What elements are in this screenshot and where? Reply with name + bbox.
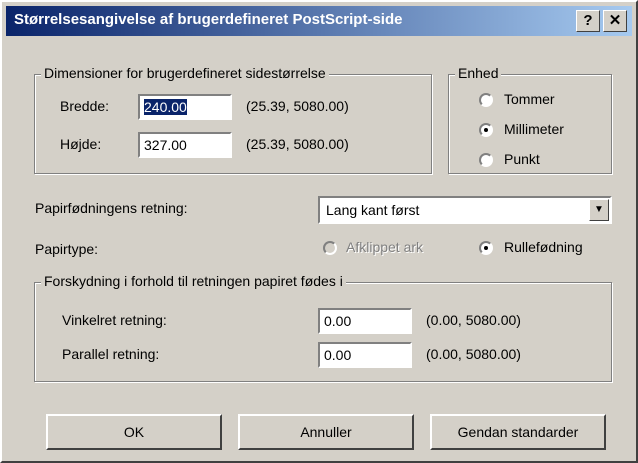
unit-inches-radio[interactable] [479, 93, 493, 107]
dimensions-legend: Dimensioner for brugerdefineret sidestør… [41, 65, 329, 81]
width-range: (25.39, 5080.00) [246, 98, 349, 114]
width-input[interactable]: 240.00 [138, 94, 232, 120]
roll-feed-radio[interactable] [479, 241, 493, 255]
perpendicular-label: Vinkelret retning: [62, 312, 167, 328]
height-label: Højde: [60, 136, 102, 152]
ok-button[interactable]: OK [46, 414, 222, 450]
window-title: Størrelsesangivelse af brugerdefineret P… [14, 11, 403, 28]
width-label: Bredde: [60, 98, 110, 114]
cancel-button[interactable]: Annuller [238, 414, 414, 450]
unit-point-label[interactable]: Punkt [504, 151, 540, 167]
paper-type-label: Papirtype: [35, 241, 99, 257]
height-range: (25.39, 5080.00) [246, 136, 349, 152]
feed-direction-value: Lang kant først [326, 202, 420, 218]
close-button[interactable]: ✕ [603, 10, 627, 32]
chevron-down-icon[interactable]: ▼ [589, 199, 609, 221]
unit-legend: Enhed [455, 65, 502, 81]
unit-millimeter-radio[interactable] [479, 123, 493, 137]
unit-millimeter-label[interactable]: Millimeter [504, 121, 564, 137]
parallel-range: (0.00, 5080.00) [426, 346, 521, 362]
title-bar[interactable]: Størrelsesangivelse af brugerdefineret P… [6, 6, 632, 36]
dimensions-group: Dimensioner for brugerdefineret sidestør… [34, 65, 432, 174]
restore-defaults-button[interactable]: Gendan standarder [430, 414, 606, 450]
roll-feed-label[interactable]: Rullefødning [504, 239, 583, 255]
parallel-input[interactable]: 0.00 [318, 342, 412, 368]
cut-sheet-radio[interactable] [323, 241, 337, 255]
perpendicular-input[interactable]: 0.00 [318, 308, 412, 334]
custom-page-size-dialog: Størrelsesangivelse af brugerdefineret P… [0, 0, 638, 463]
feed-direction-select[interactable]: Lang kant først ▼ [318, 196, 612, 224]
offset-legend: Forskydning i forhold til retningen papi… [41, 273, 346, 289]
unit-inches-label[interactable]: Tommer [504, 91, 555, 107]
unit-point-radio[interactable] [479, 153, 493, 167]
height-input[interactable]: 327.00 [138, 132, 232, 158]
help-button[interactable]: ? [576, 10, 600, 32]
cut-sheet-label[interactable]: Afklippet ark [346, 239, 423, 255]
parallel-label: Parallel retning: [62, 346, 160, 362]
perpendicular-range: (0.00, 5080.00) [426, 312, 521, 328]
width-input-value: 240.00 [144, 99, 187, 115]
feed-direction-label: Papirfødningens retning: [35, 200, 188, 216]
